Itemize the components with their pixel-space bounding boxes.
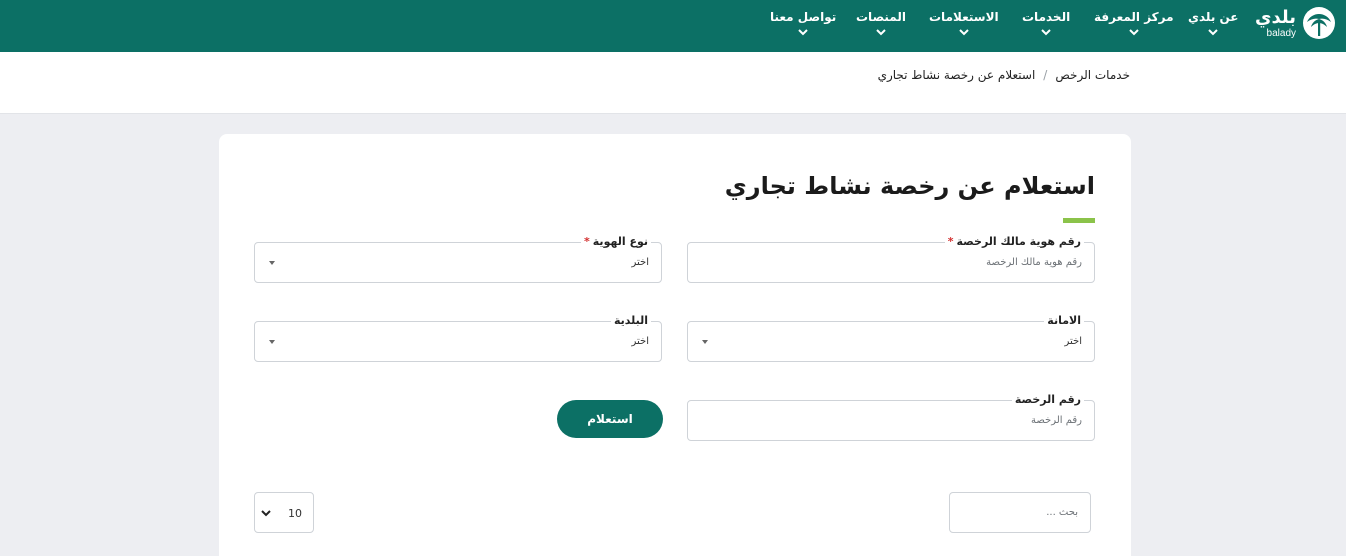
owner-id-field[interactable]: رقم هوية مالك الرخصة* رقم هوية مالك الرخ… — [687, 235, 1095, 283]
breadcrumb-link-license-services[interactable]: خدمات الرخص — [1055, 68, 1130, 82]
dropdown-caret-icon — [269, 340, 275, 344]
owner-id-placeholder: رقم هوية مالك الرخصة — [986, 257, 1082, 268]
license-number-placeholder: رقم الرخصة — [1030, 415, 1082, 426]
municipality-label: البلدية — [610, 314, 651, 327]
id-type-value: اختر — [631, 257, 650, 268]
top-navbar: بلدي balady عن بلدي مركز المعرفة الخدمات… — [0, 0, 1346, 52]
id-type-select[interactable]: نوع الهوية* اختر — [254, 235, 662, 283]
palm-logo-icon — [1303, 7, 1335, 39]
nav-item-label: الخدمات — [1022, 10, 1071, 24]
owner-id-label: رقم هوية مالك الرخصة* — [944, 235, 1084, 248]
breadcrumb: خدمات الرخص / استعلام عن رخصة نشاط تجاري — [878, 68, 1130, 82]
search-placeholder: بحث ... — [1046, 507, 1078, 518]
nav-item-platforms[interactable]: المنصات — [856, 10, 906, 36]
nav-item-label: تواصل معنا — [770, 10, 837, 24]
page-size-value: 10 — [288, 507, 302, 520]
municipality-select[interactable]: البلدية اختر — [254, 314, 662, 362]
license-number-label: رقم الرخصة — [1011, 393, 1084, 406]
chevron-down-icon — [261, 510, 271, 517]
breadcrumb-bar: خدمات الرخص / استعلام عن رخصة نشاط تجاري — [0, 52, 1346, 114]
nav-item-contact-us[interactable]: تواصل معنا — [770, 10, 836, 36]
amana-select[interactable]: الامانة اختر — [687, 314, 1095, 362]
required-mark: * — [947, 235, 954, 248]
logo-arabic-text: بلدي — [1254, 7, 1296, 28]
nav-item-label: الاستعلامات — [929, 10, 999, 24]
table-search-input[interactable]: بحث ... — [949, 492, 1091, 533]
chevron-down-icon — [876, 29, 886, 36]
breadcrumb-separator: / — [1043, 68, 1048, 82]
nav-item-about[interactable]: عن بلدي — [1188, 10, 1239, 36]
inquiry-submit-button[interactable]: استعلام — [557, 400, 663, 438]
amana-label: الامانة — [1044, 314, 1084, 327]
nav-item-services[interactable]: الخدمات — [1022, 10, 1070, 36]
municipality-value: اختر — [631, 336, 650, 347]
chevron-down-icon — [798, 29, 808, 36]
chevron-down-icon — [1208, 29, 1218, 36]
breadcrumb-current: استعلام عن رخصة نشاط تجاري — [877, 68, 1036, 82]
inquiry-card: استعلام عن رخصة نشاط تجاري رقم هوية مالك… — [219, 134, 1131, 556]
nav-item-label: المنصات — [856, 10, 906, 24]
title-underline — [1063, 218, 1095, 223]
dropdown-caret-icon — [702, 340, 708, 344]
license-number-field[interactable]: رقم الرخصة رقم الرخصة — [687, 393, 1095, 441]
nav-item-label: عن بلدي — [1188, 10, 1239, 24]
chevron-down-icon — [1129, 29, 1139, 36]
required-mark: * — [584, 235, 590, 248]
balady-logo[interactable]: بلدي balady — [1254, 6, 1336, 46]
id-type-label: نوع الهوية* — [581, 235, 651, 248]
chevron-down-icon — [959, 29, 969, 36]
nav-item-knowledge-center[interactable]: مركز المعرفة — [1094, 10, 1174, 36]
page-size-select[interactable]: 10 — [254, 492, 314, 533]
logo-english-text: balady — [1266, 28, 1296, 39]
nav-item-label: مركز المعرفة — [1094, 10, 1174, 24]
owner-id-label-text: رقم هوية مالك الرخصة — [956, 235, 1081, 248]
id-type-label-text: نوع الهوية — [592, 235, 648, 248]
page-title: استعلام عن رخصة نشاط تجاري — [724, 172, 1095, 200]
amana-value: اختر — [1064, 336, 1083, 347]
nav-item-inquiries[interactable]: الاستعلامات — [929, 10, 999, 36]
dropdown-caret-icon — [269, 261, 275, 265]
chevron-down-icon — [1041, 29, 1051, 36]
